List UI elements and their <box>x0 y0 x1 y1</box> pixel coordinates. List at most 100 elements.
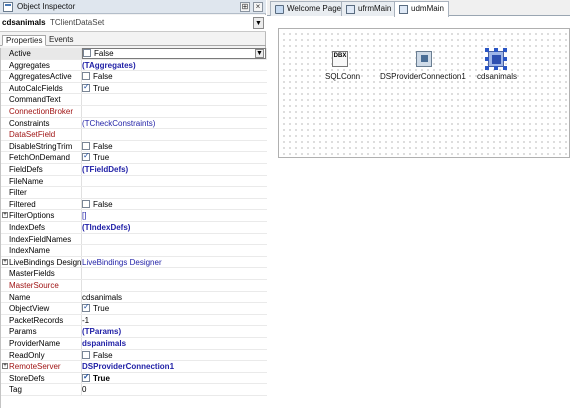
property-value[interactable]: 0 <box>82 385 266 394</box>
property-value[interactable]: cdsanimals <box>82 293 266 302</box>
checkbox[interactable] <box>82 373 90 382</box>
property-value[interactable]: True <box>82 83 266 93</box>
property-row[interactable]: Aggregates (TAggregates) <box>1 59 267 72</box>
property-value[interactable]: True <box>82 304 266 313</box>
property-value-text: [] <box>82 211 87 221</box>
property-row[interactable]: DisableStringTrim False <box>1 140 267 153</box>
property-value[interactable]: DSProviderConnection1 <box>82 362 266 371</box>
property-value[interactable]: -1 <box>82 316 266 325</box>
property-row[interactable]: AutoCalcFields True <box>1 82 267 95</box>
selection-handle[interactable] <box>485 57 489 61</box>
property-row[interactable]: StoreDefs True <box>1 372 267 385</box>
checkbox[interactable] <box>82 83 90 92</box>
property-name: CommandText <box>9 95 61 105</box>
unit-icon <box>346 5 355 14</box>
property-value[interactable]: (TParams) <box>82 327 266 336</box>
selection-handle[interactable] <box>503 66 507 70</box>
property-value-text: (TCheckConstraints) <box>82 118 156 128</box>
property-row[interactable]: ProviderName dspanimals <box>1 338 267 350</box>
dbx-icon-text: DBX <box>333 53 347 59</box>
tab-properties[interactable]: Properties <box>2 35 47 46</box>
tab-udmmain[interactable]: udmMain <box>394 1 449 17</box>
data-module-canvas[interactable]: DBX SQLConn DSProviderConnection1 cdsani… <box>278 28 570 158</box>
checkbox[interactable] <box>82 72 90 81</box>
property-row[interactable]: Constraints (TCheckConstraints) <box>1 117 267 130</box>
chevron-down-icon[interactable]: ▼ <box>253 17 264 29</box>
checkbox[interactable] <box>82 141 90 150</box>
property-row[interactable]: PacketRecords -1 <box>1 314 267 327</box>
selection-handle[interactable] <box>503 48 507 52</box>
checkbox[interactable] <box>82 199 90 208</box>
property-row[interactable]: IndexName <box>1 245 267 257</box>
tab-ufrmmain[interactable]: ufrmMain <box>341 1 397 16</box>
property-value[interactable]: dspanimals <box>82 339 266 348</box>
property-row[interactable]: Active False ▼ <box>1 48 267 60</box>
property-value[interactable]: (TAggregates) <box>82 61 266 70</box>
selection-handle[interactable] <box>503 57 507 61</box>
property-row[interactable]: IndexFieldNames <box>1 233 267 246</box>
property-name: FileName <box>9 176 44 186</box>
pin-icon[interactable]: ⊞ <box>240 2 250 12</box>
component-selector[interactable]: cdsanimals TClientDataSet ▼ <box>0 15 266 32</box>
property-value[interactable]: LiveBindings Designer <box>82 258 266 267</box>
property-value[interactable]: [] <box>82 211 266 220</box>
property-value[interactable]: True <box>82 153 266 162</box>
property-name: Constraints <box>9 118 50 128</box>
property-row[interactable]: + LiveBindings Designer LiveBindings Desig… <box>1 256 267 269</box>
property-name: PacketRecords <box>9 315 64 325</box>
selection-handle[interactable] <box>494 48 498 52</box>
property-row[interactable]: ObjectView True <box>1 303 267 315</box>
property-value-text: False <box>93 199 113 209</box>
tab-welcome-page[interactable]: Welcome Page <box>270 1 347 16</box>
property-row[interactable]: Filter <box>1 187 267 199</box>
property-row[interactable]: ConnectionBroker <box>1 106 267 118</box>
property-row[interactable]: FetchOnDemand True <box>1 152 267 164</box>
checkbox[interactable] <box>83 49 91 57</box>
property-row[interactable]: Name cdsanimals <box>1 291 267 304</box>
close-icon[interactable]: × <box>253 2 263 12</box>
selection-handle[interactable] <box>485 48 489 52</box>
tab-events[interactable]: Events <box>46 35 76 46</box>
property-row[interactable]: Tag 0 <box>1 384 267 396</box>
property-row[interactable]: FieldDefs (TFieldDefs) <box>1 164 267 176</box>
checkbox[interactable] <box>82 350 90 359</box>
property-row[interactable]: FileName <box>1 175 267 188</box>
checkbox[interactable] <box>82 304 90 313</box>
property-value[interactable]: False <box>82 141 266 151</box>
property-value[interactable]: (TCheckConstraints) <box>82 119 266 128</box>
property-row[interactable]: Filtered False <box>1 198 267 211</box>
property-value[interactable]: True <box>82 373 266 383</box>
selection-handle[interactable] <box>485 66 489 70</box>
property-value-text: 0 <box>82 385 87 395</box>
property-row[interactable]: IndexDefs (TIndexDefs) <box>1 222 267 234</box>
checkbox[interactable] <box>82 153 90 162</box>
unit-icon <box>399 5 408 14</box>
property-value[interactable]: (TIndexDefs) <box>82 223 266 232</box>
property-row[interactable]: Params (TParams) <box>1 326 267 338</box>
provider-connection-icon <box>416 51 432 67</box>
expand-icon[interactable]: + <box>2 363 8 370</box>
property-value-text: True <box>93 304 110 314</box>
property-row[interactable]: DataSetField <box>1 129 267 141</box>
property-row[interactable]: MasterFields <box>1 268 267 280</box>
property-row[interactable]: AggregatesActive False <box>1 71 267 83</box>
property-value-text: (TAggregates) <box>82 60 136 70</box>
expand-icon[interactable]: + <box>2 258 8 265</box>
property-value[interactable]: False <box>82 72 266 81</box>
property-value-text: True <box>93 373 110 383</box>
property-value[interactable]: False <box>82 350 266 360</box>
property-value[interactable]: False <box>82 199 266 209</box>
property-value[interactable]: False <box>82 48 266 59</box>
tab-label: ufrmMain <box>358 4 392 13</box>
property-value[interactable]: (TFieldDefs) <box>82 165 266 174</box>
chevron-down-icon[interactable]: ▼ <box>255 49 264 58</box>
property-row[interactable]: + RemoteServer DSProviderConnection1 <box>1 361 267 373</box>
property-row[interactable]: CommandText <box>1 94 267 106</box>
selection-handle[interactable] <box>494 66 498 70</box>
property-row[interactable]: + FilterOptions [] <box>1 210 267 222</box>
property-row[interactable]: MasterSource <box>1 280 267 292</box>
object-inspector-title: Object Inspector <box>17 2 76 11</box>
property-row[interactable]: ReadOnly False <box>1 349 267 362</box>
column-divider <box>81 106 82 117</box>
expand-icon[interactable]: + <box>2 212 8 219</box>
